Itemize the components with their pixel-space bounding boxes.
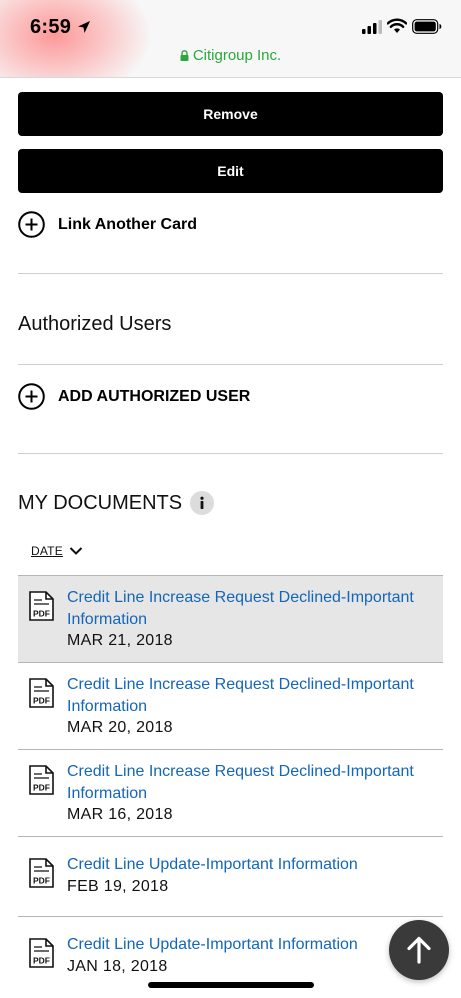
sort-date-label: DATE [31,544,63,558]
pdf-icon: PDF [29,678,54,708]
document-row[interactable]: PDF Credit Line Update-Important Informa… [18,836,443,916]
plus-circle-icon [18,383,45,410]
arrow-up-icon [407,936,431,964]
recording-indicator [0,0,150,77]
document-title-link[interactable]: Credit Line Update-Important Information [67,854,437,876]
lock-icon [180,50,189,61]
status-bar: 6:59 Citigroup Inc. [0,0,461,78]
document-title-link[interactable]: Credit Line Increase Request Declined-Im… [67,674,437,718]
url-bar[interactable]: Citigroup Inc. [0,47,461,64]
domain-label: Citigroup Inc. [192,47,282,64]
svg-text:PDF: PDF [33,956,50,966]
pdf-icon: PDF [29,765,54,795]
document-date: MAR 16, 2018 [67,806,173,823]
document-row[interactable]: PDF Credit Line Increase Request Decline… [18,662,443,749]
sort-by-date[interactable]: DATE [31,544,83,558]
battery-icon [412,19,442,34]
home-indicator[interactable] [148,982,314,988]
divider [18,273,443,274]
document-row[interactable]: PDF Credit Line Increase Request Decline… [18,575,443,662]
document-title-link[interactable]: Credit Line Update-Important Information [67,934,437,956]
divider [18,453,443,454]
svg-text:PDF: PDF [33,609,50,619]
my-documents-title: MY DOCUMENTS [18,491,215,515]
location-arrow-icon [78,21,90,33]
svg-text:PDF: PDF [33,876,50,886]
my-documents-label: MY DOCUMENTS [18,491,183,514]
edit-button[interactable]: Edit [18,149,443,193]
add-authorized-user-label: ADD AUTHORIZED USER [58,387,251,405]
link-another-card-label: Link Another Card [58,215,197,233]
chevron-down-icon [69,547,83,555]
plus-circle-icon [18,211,45,238]
pdf-icon: PDF [29,938,54,968]
document-title-link[interactable]: Credit Line Increase Request Declined-Im… [67,761,437,805]
scroll-to-top-button[interactable] [389,920,449,980]
pdf-icon: PDF [29,591,54,621]
document-title-link[interactable]: Credit Line Increase Request Declined-Im… [67,587,437,631]
document-row[interactable]: PDF Credit Line Increase Request Decline… [18,749,443,836]
authorized-users-title: Authorized Users [18,313,172,335]
document-date: MAR 20, 2018 [67,719,173,736]
signal-icon [362,20,382,34]
status-time: 6:59 [30,16,72,38]
document-date: MAR 21, 2018 [67,632,173,649]
document-date: JAN 18, 2018 [67,958,168,975]
add-authorized-user-button[interactable]: ADD AUTHORIZED USER [18,383,250,410]
svg-text:PDF: PDF [33,696,50,706]
wifi-icon [387,18,407,33]
divider [18,364,443,365]
svg-text:PDF: PDF [33,783,50,793]
remove-button[interactable]: Remove [18,92,443,136]
link-another-card-button[interactable]: Link Another Card [18,211,197,238]
document-date: FEB 19, 2018 [67,878,169,895]
info-icon[interactable] [190,491,215,515]
pdf-icon: PDF [29,858,54,888]
